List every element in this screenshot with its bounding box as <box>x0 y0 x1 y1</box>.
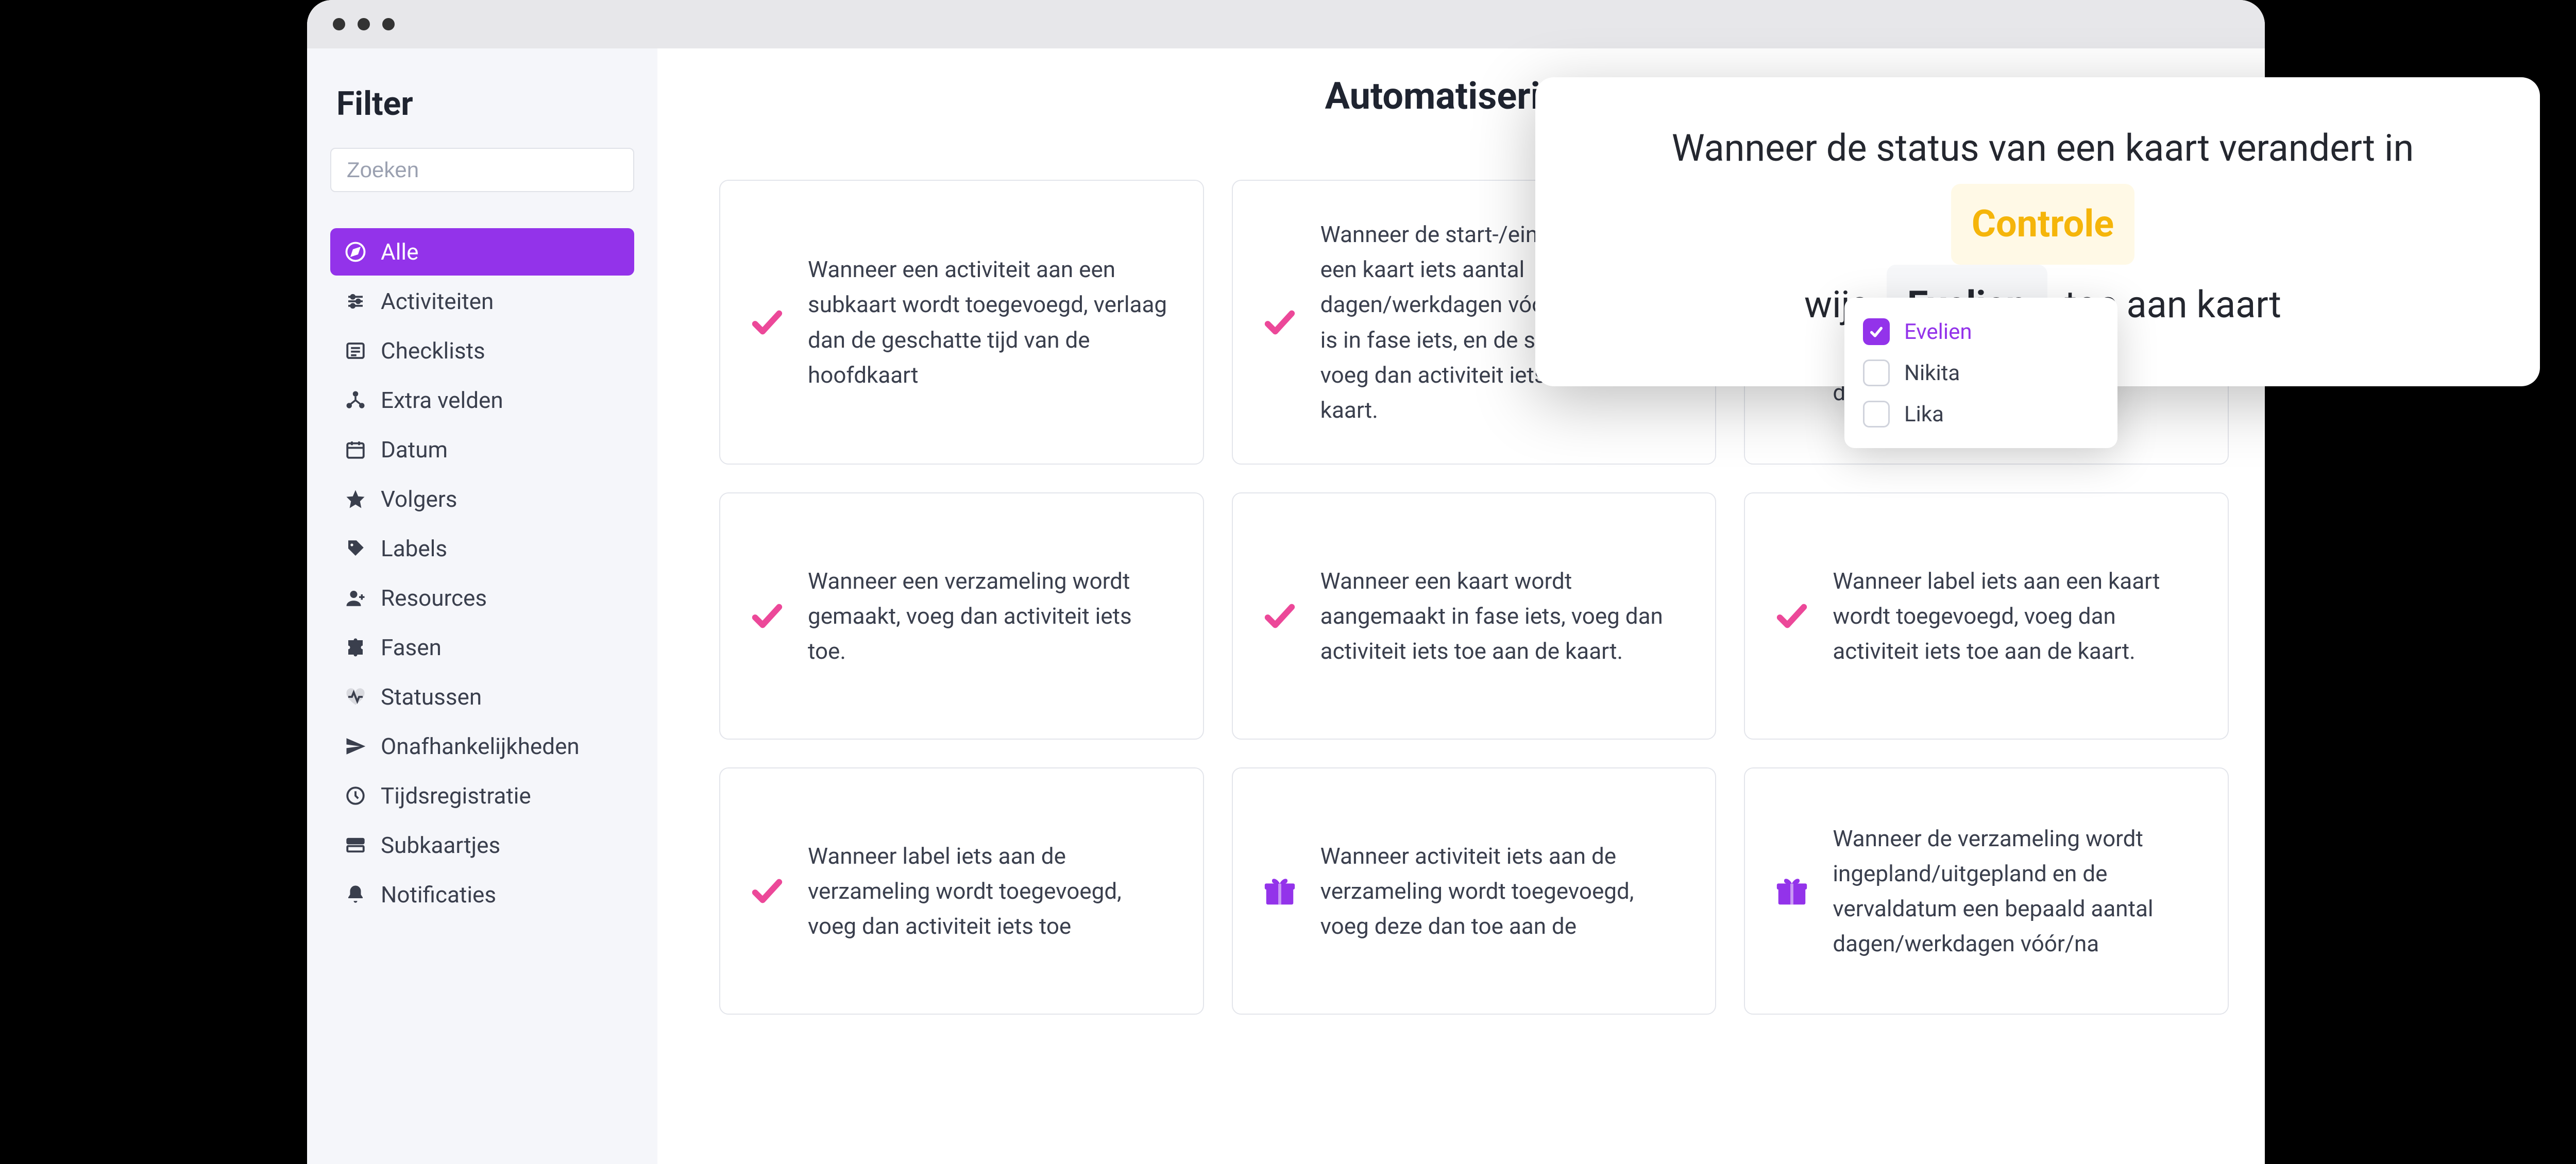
filter-item-volgers[interactable]: Volgers <box>330 475 634 523</box>
filter-item-label: Activiteiten <box>381 288 494 315</box>
automation-card-text: Wanneer een kaart wordt aangemaakt in fa… <box>1320 563 1687 669</box>
dropdown-option[interactable]: Lika <box>1860 393 2102 435</box>
bell-icon <box>345 884 366 905</box>
check-icon <box>749 598 785 634</box>
filter-item-alle[interactable]: Alle <box>330 228 634 276</box>
automation-card[interactable]: Wanneer label iets aan de verzameling wo… <box>719 767 1204 1015</box>
filter-item-label: Tijdsregistratie <box>381 782 531 809</box>
status-chip[interactable]: Controle <box>1951 184 2134 265</box>
filter-item-onafhankelijkheden[interactable]: Onafhankelijkheden <box>330 723 634 770</box>
check-icon <box>1774 598 1810 634</box>
automation-card-text: Wanneer een verzameling wordt gemaakt, v… <box>808 563 1174 669</box>
automation-card[interactable]: Wanneer activiteit iets aan de verzameli… <box>1232 767 1717 1015</box>
filter-item-statussen[interactable]: Statussen <box>330 673 634 721</box>
automation-card[interactable]: Wanneer een activiteit aan een subkaart … <box>719 180 1204 465</box>
checkbox-icon <box>1863 360 1890 386</box>
filter-item-label: Subkaartjes <box>381 832 500 859</box>
filter-item-extra-velden[interactable]: Extra velden <box>330 376 634 424</box>
check-icon <box>1262 598 1298 634</box>
puzzle-icon <box>345 637 366 658</box>
assignee-dropdown[interactable]: Evelien Nikita Lika <box>1844 298 2117 448</box>
filter-item-label: Statussen <box>381 683 482 710</box>
filter-item-label: Onafhankelijkheden <box>381 733 580 760</box>
checkbox-icon <box>1863 318 1890 345</box>
automation-card[interactable]: Wanneer een verzameling wordt gemaakt, v… <box>719 492 1204 740</box>
dropdown-option-label: Evelien <box>1904 319 1972 345</box>
automation-card[interactable]: Wanneer label iets aan een kaart wordt t… <box>1744 492 2229 740</box>
nodes-icon <box>345 389 366 411</box>
filter-item-subkaartjes[interactable]: Subkaartjes <box>330 821 634 869</box>
tag-icon <box>345 538 366 559</box>
filter-item-tijdsregistratie[interactable]: Tijdsregistratie <box>330 772 634 819</box>
automation-card-text: Wanneer een activiteit aan een subkaart … <box>808 252 1174 392</box>
filter-item-label: Extra velden <box>381 387 503 414</box>
gift-icon <box>1262 873 1298 909</box>
checkbox-icon <box>1863 401 1890 427</box>
automation-card[interactable]: Wanneer de verzameling wordt ingepland/u… <box>1744 767 2229 1015</box>
filter-sidebar: Filter Alle Activiteiten Checklists Extra v… <box>307 48 657 1164</box>
filter-item-label: Datum <box>381 436 448 463</box>
filter-item-label: Fasen <box>381 634 442 661</box>
window-dot <box>382 18 395 30</box>
filter-item-resources[interactable]: Resources <box>330 574 634 622</box>
stack-icon <box>345 834 366 856</box>
filter-item-checklists[interactable]: Checklists <box>330 327 634 374</box>
filter-item-labels[interactable]: Labels <box>330 525 634 572</box>
filter-item-label: Checklists <box>381 337 485 364</box>
dropdown-option[interactable]: Nikita <box>1860 352 2102 393</box>
automation-card-text: Wanneer label iets aan de verzameling wo… <box>808 838 1174 944</box>
titlebar <box>307 0 2265 48</box>
filter-item-notificaties[interactable]: Notificaties <box>330 871 634 918</box>
check-icon <box>749 304 785 340</box>
filter-item-label: Volgers <box>381 486 457 512</box>
heartbeat-icon <box>345 686 366 708</box>
send-icon <box>345 735 366 757</box>
sliders-icon <box>345 290 366 312</box>
rule-prefix: Wanneer de status van een kaart verander… <box>1672 126 2414 170</box>
filter-item-activiteiten[interactable]: Activiteiten <box>330 278 634 325</box>
automation-card[interactable]: Wanneer een kaart wordt aangemaakt in fa… <box>1232 492 1717 740</box>
dropdown-option-label: Nikita <box>1904 361 1960 386</box>
filter-item-fasen[interactable]: Fasen <box>330 624 634 671</box>
filter-item-datum[interactable]: Datum <box>330 426 634 473</box>
automation-card-text: Wanneer label iets aan een kaart wordt t… <box>1833 563 2199 669</box>
automation-card-text: Wanneer de verzameling wordt ingepland/u… <box>1833 821 2199 962</box>
filter-item-label: Alle <box>381 238 418 265</box>
clock-icon <box>345 785 366 807</box>
search-input[interactable] <box>330 148 634 192</box>
window-dot <box>333 18 345 30</box>
compass-icon <box>345 241 366 263</box>
filter-item-label: Resources <box>381 585 487 611</box>
dropdown-option-label: Lika <box>1904 402 1944 427</box>
list-icon <box>345 340 366 362</box>
calendar-icon <box>345 439 366 460</box>
filter-item-label: Labels <box>381 535 447 562</box>
window-dot <box>358 18 370 30</box>
gift-icon <box>1774 873 1810 909</box>
filter-heading: Filter <box>336 84 634 123</box>
user-plus-icon <box>345 587 366 609</box>
check-icon <box>749 873 785 909</box>
automation-card-text: Wanneer activiteit iets aan de verzameli… <box>1320 838 1687 944</box>
dropdown-option[interactable]: Evelien <box>1860 311 2102 352</box>
star-icon <box>345 488 366 510</box>
filter-item-label: Notificaties <box>381 881 496 908</box>
check-icon <box>1262 304 1298 340</box>
filter-list: Alle Activiteiten Checklists Extra velden Da… <box>330 228 634 918</box>
